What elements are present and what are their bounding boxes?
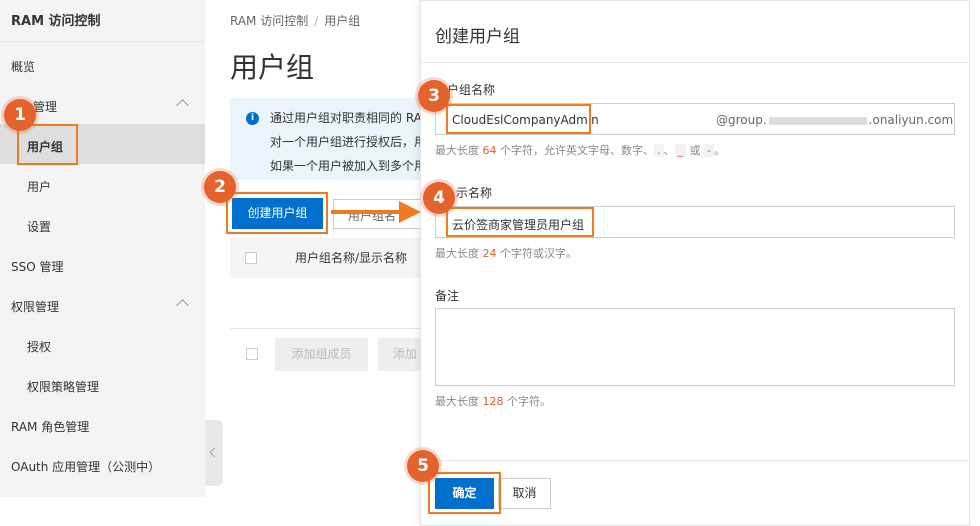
step-marker-3: 3 [418,80,450,112]
step-marker-4: 4 [423,182,455,214]
hint-text: 最大长度 [435,395,479,408]
hint-text: 最大长度 [435,247,479,260]
hint-number: 24 [482,247,497,260]
info-icon: i [246,112,259,125]
display-name-value: 云价签商家管理员用户组 [452,218,585,232]
sidebar-group-identity[interactable]: 管理 [33,98,57,115]
arrow-connector [331,210,401,214]
remark-textarea[interactable] [435,308,955,386]
hint-code: _ [674,144,686,157]
info-text-line: 如果一个用户被加入到多个用 [270,159,427,173]
group-name-input[interactable]: CloudEslCompanyAdmin @group. .onaliyun.co… [435,103,955,135]
hint-text: 个字符。 [507,395,551,408]
page-title: 用户组 [230,51,315,84]
sidebar-collapse-handle[interactable] [205,420,223,486]
breadcrumb-separator: / [314,14,319,28]
group-domain-suffix: @group. .onaliyun.com [716,113,953,127]
remark-hint: 最大长度 128 个字符。 [435,393,551,409]
sidebar-item-label-user-groups: 用户组 [27,140,64,154]
hint-text: 、 [663,144,675,157]
sidebar-item-users[interactable]: 用户 [27,178,51,195]
table-header: 用户组名称/显示名称 [230,238,430,278]
chevron-up-icon[interactable] [176,99,189,112]
sidebar: RAM 访问控制 概览 管理 用户组 用户 设置 SSO 管理 权限管理 授权 … [0,0,205,497]
hint-text: 。 [713,144,725,157]
step-marker-1: 1 [4,99,36,131]
column-header-name: 用户组名称/显示名称 [295,251,408,265]
chevron-left-icon [209,447,220,458]
remark-label: 备注 [435,289,460,303]
create-user-group-button[interactable]: 创建用户组 [232,198,323,229]
display-name-hint: 最大长度 24 个字符或汉字。 [435,245,577,261]
confirm-button[interactable]: 确定 [435,478,494,509]
dialog-footer-divider [421,460,969,461]
display-name-label: 示名称 [456,186,493,200]
sidebar-item-overview[interactable]: 概览 [11,58,35,75]
sidebar-item-ram-role[interactable]: RAM 角色管理 [11,418,89,435]
sidebar-divider [0,41,205,42]
sidebar-item-settings[interactable]: 设置 [27,218,51,235]
hint-code: - [704,144,714,157]
cancel-button[interactable]: 取消 [498,478,551,509]
hint-text: 个字符或汉字。 [500,247,577,260]
add-member-button[interactable]: 添加组成员 [275,338,368,371]
create-user-group-dialog: 创建用户组 用户组名称 CloudEslCompanyAdmin @group.… [420,0,970,526]
sidebar-item-grant[interactable]: 授权 [27,338,51,355]
sidebar-item-oauth[interactable]: OAuth 应用管理（公测中） [11,458,160,475]
chevron-up-icon[interactable] [176,299,189,312]
sidebar-title: RAM 访问控制 [11,14,101,29]
hint-text: 个字符，允许英文字母、数字、 [500,144,654,157]
hint-code: . [654,144,664,157]
domain-suffix: .onaliyun.com [868,113,954,127]
breadcrumb-current: 用户组 [324,14,361,28]
group-name-hint: 最大长度 64 个字符，允许英文字母、数字、.、 _ 或 -。 [435,142,725,158]
info-text-line: 对一个用户组进行授权后，用 [270,135,427,149]
step-marker-2: 2 [204,171,236,203]
sidebar-item-sso[interactable]: SSO 管理 [11,258,64,275]
domain-prefix: @group. [716,113,767,127]
redacted-account-id [768,116,867,125]
arrow-right-icon [399,201,421,223]
group-name-value: CloudEslCompanyAdmin [452,113,599,127]
sidebar-group-permission[interactable]: 权限管理 [11,298,59,315]
hint-number: 128 [482,395,504,408]
select-all-checkbox[interactable] [245,252,257,264]
hint-number: 64 [482,144,497,157]
dialog-title: 创建用户组 [435,27,520,47]
dialog-header-divider [421,62,969,63]
breadcrumb: RAM 访问控制 / 用户组 [230,12,360,29]
footer-select-checkbox[interactable] [246,348,258,360]
info-notice: i 通过用户组对职责相同的 RA 对一个用户组进行授权后，用 如果一个用户被加入… [230,98,430,180]
table-divider [230,328,430,329]
sidebar-item-policy[interactable]: 权限策略管理 [27,378,99,395]
hint-text: 或 [689,144,701,157]
step-marker-5: 5 [407,450,439,482]
hint-text: 最大长度 [435,144,479,157]
display-name-input[interactable]: 云价签商家管理员用户组 [435,206,955,238]
info-text-line: 通过用户组对职责相同的 RA [270,111,422,125]
breadcrumb-root[interactable]: RAM 访问控制 [230,14,308,28]
